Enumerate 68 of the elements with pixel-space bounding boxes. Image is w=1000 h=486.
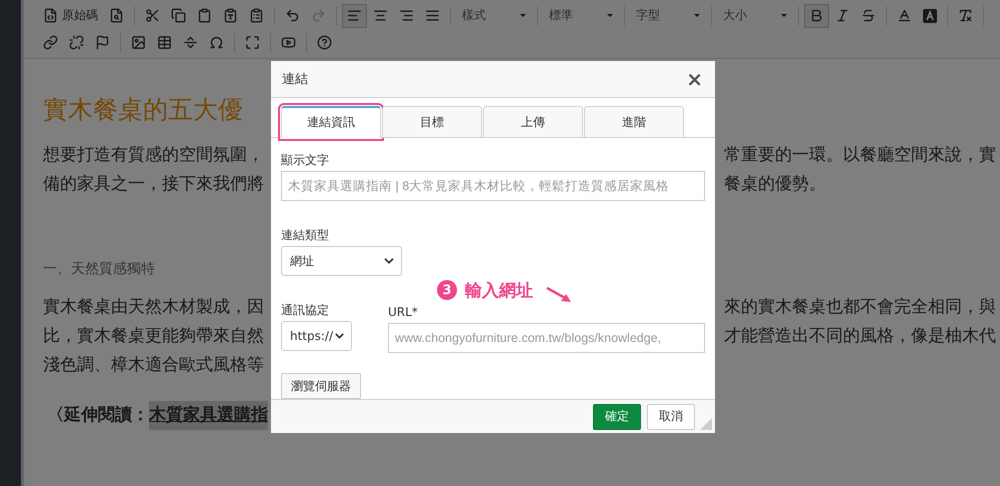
caret-icon <box>607 14 613 17</box>
align-left-icon <box>347 8 362 23</box>
italic-icon <box>835 8 850 23</box>
maximize-icon <box>245 35 260 50</box>
align-center-icon <box>373 8 388 23</box>
bold-button[interactable] <box>804 4 829 28</box>
dialog-tab[interactable]: 目標 <box>382 106 482 138</box>
browse-server-button[interactable]: 瀏覽伺服器 <box>281 373 361 400</box>
close-button[interactable]: × <box>686 69 703 90</box>
arrow-icon <box>545 286 573 304</box>
source-button[interactable]: 原始碼 <box>38 4 103 28</box>
special-character-icon <box>209 35 224 50</box>
caret-icon <box>520 14 526 17</box>
resize-grip-icon <box>700 418 712 430</box>
field-label: 連結類型 <box>281 227 330 244</box>
bold-icon <box>809 8 824 23</box>
dialog-tab[interactable]: 進階 <box>584 106 684 138</box>
paragraph-text: 實木餐桌由天然木材製成，因 <box>43 296 264 319</box>
ok-button[interactable]: 確定 <box>593 404 641 430</box>
link-icon <box>43 35 58 50</box>
toolbar-dropdown[interactable]: 標準 <box>543 4 619 28</box>
step-number: 3 <box>437 280 457 300</box>
paragraph-text: 來的實木餐桌也都不會完全相同，與 <box>724 296 996 319</box>
link-type-select[interactable]: 網址 <box>281 246 402 276</box>
table-icon <box>157 35 172 50</box>
paragraph-text: 餐桌的優勢。 <box>724 173 826 196</box>
caret-icon <box>781 14 787 17</box>
paste-icon <box>197 8 212 23</box>
cut-icon <box>145 8 160 23</box>
dialog-tab[interactable]: 上傳 <box>483 106 583 138</box>
toolbar-dropdown[interactable]: 樣式 <box>456 4 532 28</box>
redo-icon <box>311 8 326 23</box>
undo-icon <box>285 8 300 23</box>
dialog-tab[interactable]: 連結資訊 <box>281 106 381 138</box>
paste-word-icon <box>249 8 264 23</box>
horizontal-line-icon <box>183 35 198 50</box>
paragraph-text: 比，實木餐桌更能夠帶來自然 <box>43 325 264 348</box>
help-icon <box>317 35 332 50</box>
caret-icon <box>694 14 700 17</box>
annotation-text: 輸入網址 <box>465 280 533 302</box>
preview-icon <box>109 8 124 23</box>
dialog-title: 連結 <box>282 71 308 88</box>
unlink-icon <box>69 35 84 50</box>
image-icon <box>131 35 146 50</box>
align-left-button[interactable] <box>342 4 367 28</box>
align-right-icon <box>399 8 414 23</box>
remove-format-icon <box>958 8 973 23</box>
further-reading-label: 〈延伸閱讀： <box>47 404 149 427</box>
paragraph-text: 想要打造有質感的空間氛圍， <box>43 144 264 167</box>
protocol-select[interactable]: https:// <box>281 321 352 352</box>
field-label: URL* <box>388 304 419 320</box>
file-code-icon <box>43 8 58 23</box>
paragraph-text: 淺色調、樟木適合歐式風格等 <box>43 354 264 377</box>
article-heading: 實木餐桌的五大優 <box>43 94 243 126</box>
field-label: 通訊協定 <box>281 302 330 318</box>
video-icon <box>281 35 296 50</box>
paragraph-text: 才能營造出不同的風格，像是柚木代 <box>724 325 996 348</box>
section-heading: 一、天然質感獨特 <box>43 260 155 279</box>
field-label: 顯示文字 <box>281 152 330 168</box>
paste-text-icon <box>223 8 238 23</box>
align-justify-icon <box>425 8 440 23</box>
paragraph-text: 常重要的一環。以餐廳空間來說，實 <box>724 144 996 167</box>
paragraph-text: 備的家具之一，接下來我們將 <box>43 173 264 196</box>
copy-icon <box>171 8 186 23</box>
strikethrough-icon <box>861 8 876 23</box>
cancel-button[interactable]: 取消 <box>647 404 695 430</box>
filled-letter-icon <box>923 8 937 22</box>
text-color-icon <box>897 8 912 23</box>
